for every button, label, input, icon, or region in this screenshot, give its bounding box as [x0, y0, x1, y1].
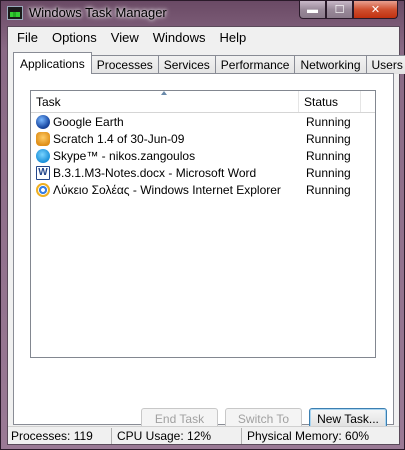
tab-users[interactable]: Users: [365, 55, 405, 74]
task-name: Skype™ - nikos.zangoulos: [53, 148, 196, 163]
tab-applications[interactable]: Applications: [13, 52, 92, 74]
menu-windows[interactable]: Windows: [146, 30, 213, 45]
window-controls: ▬ ☐ ✕: [299, 1, 398, 19]
task-name: Λύκειο Σολέας - Windows Internet Explore…: [53, 182, 281, 197]
tab-processes[interactable]: Processes: [90, 55, 159, 74]
task-name: Scratch 1.4 of 30-Jun-09: [53, 131, 185, 146]
task-cell: Skype™ - nikos.zangoulos: [31, 148, 299, 163]
menu-help[interactable]: Help: [212, 30, 253, 45]
task-list[interactable]: Task Status Google Earth Running Scratch…: [30, 90, 376, 358]
client-area: File Options View Windows Help Applicati…: [7, 26, 405, 445]
task-cell: Google Earth: [31, 114, 299, 129]
internet-explorer-icon: [36, 182, 50, 197]
table-row[interactable]: Google Earth Running: [31, 113, 375, 130]
word-icon: W: [36, 165, 50, 180]
applications-panel: Task Status Google Earth Running Scratch…: [13, 73, 394, 430]
scratch-icon: [36, 131, 50, 146]
task-cell: W B.3.1.M3-Notes.docx - Microsoft Word: [31, 165, 299, 180]
window-title: Windows Task Manager: [29, 5, 167, 20]
skype-icon: [36, 148, 50, 163]
menu-view[interactable]: View: [104, 30, 146, 45]
status-bar: Processes: 119 CPU Usage: 12% Physical M…: [8, 426, 399, 444]
sort-ascending-icon: [161, 91, 167, 95]
cpu-usage: CPU Usage: 12%: [112, 427, 242, 444]
menu-options[interactable]: Options: [45, 30, 104, 45]
minimize-button[interactable]: ▬: [299, 1, 326, 19]
task-manager-window: Windows Task Manager ▬ ☐ ✕ File Options …: [0, 0, 405, 450]
close-button[interactable]: ✕: [353, 1, 398, 19]
table-row[interactable]: Scratch 1.4 of 30-Jun-09 Running: [31, 130, 375, 147]
menu-file[interactable]: File: [10, 30, 45, 45]
task-status: Running: [306, 148, 351, 163]
tab-strip: Applications Processes Services Performa…: [13, 52, 405, 74]
task-cell: Scratch 1.4 of 30-Jun-09: [31, 131, 299, 146]
google-earth-icon: [36, 114, 50, 129]
menu-bar: File Options View Windows Help: [8, 27, 399, 47]
task-name: Google Earth: [53, 114, 124, 129]
task-status: Running: [306, 165, 351, 180]
task-status: Running: [306, 131, 351, 146]
task-name: B.3.1.M3-Notes.docx - Microsoft Word: [53, 165, 257, 180]
tab-services[interactable]: Services: [157, 55, 216, 74]
title-bar[interactable]: Windows Task Manager ▬ ☐ ✕: [1, 1, 404, 24]
list-header: Task Status: [31, 91, 375, 113]
processes-count: Processes: 119: [8, 427, 112, 444]
task-status: Running: [306, 114, 351, 129]
physical-memory: Physical Memory: 60%: [247, 428, 370, 443]
maximize-button[interactable]: ☐: [326, 1, 353, 19]
column-label-task: Task: [36, 94, 61, 109]
table-row[interactable]: W B.3.1.M3-Notes.docx - Microsoft Word R…: [31, 164, 375, 181]
tab-networking[interactable]: Networking: [294, 55, 367, 74]
task-manager-icon: [7, 5, 23, 20]
table-row[interactable]: Λύκειο Σολέας - Windows Internet Explore…: [31, 181, 375, 198]
table-row[interactable]: Skype™ - nikos.zangoulos Running: [31, 147, 375, 164]
tab-performance[interactable]: Performance: [214, 55, 296, 74]
task-cell: Λύκειο Σολέας - Windows Internet Explore…: [31, 182, 299, 197]
column-header-task[interactable]: Task: [31, 91, 299, 112]
column-header-status[interactable]: Status: [299, 91, 361, 112]
task-status: Running: [306, 182, 351, 197]
column-label-status: Status: [304, 94, 339, 109]
